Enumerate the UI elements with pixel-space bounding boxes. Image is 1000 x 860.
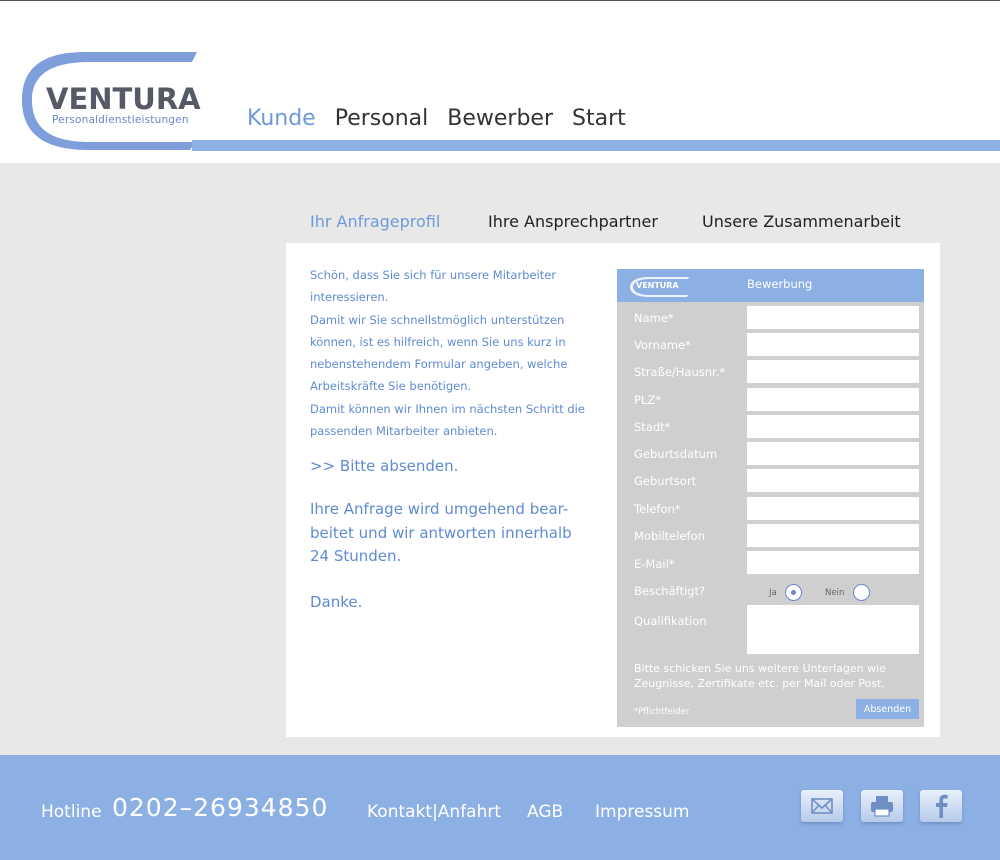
- sub-tabs: Ihr Anfrageprofil Ihre Ansprechpartner U…: [0, 212, 1000, 234]
- street-label: Straße/Hausnr.*: [634, 365, 726, 379]
- intro-line: passenden Mitarbeiter anbieten.: [310, 424, 498, 439]
- tab-zusammenarbeit[interactable]: Unsere Zusammenarbeit: [702, 212, 901, 231]
- name-field[interactable]: [747, 306, 919, 329]
- employed-no-label: Nein: [825, 588, 845, 598]
- qualification-label: Qualifikation: [634, 614, 707, 628]
- intro-line: können, ist es hilfreich, wenn Sie uns k…: [310, 334, 566, 349]
- form-header: VENTURA Bewerbung: [617, 269, 924, 302]
- employed-yes-label: Ja: [769, 588, 777, 598]
- form-logo-text: VENTURA: [636, 281, 679, 290]
- mobile-label: Mobiltelefon: [634, 529, 705, 543]
- notice-line: beitet und wir antworten innerhalb: [310, 523, 572, 542]
- intro-text: Schön, dass Sie sich für unsere Mitarbei…: [310, 264, 590, 442]
- logo-tagline: Personaldienstleistungen: [52, 114, 189, 126]
- notice-line: Ihre Anfrage wird umgehend bear-: [310, 500, 569, 518]
- intro-line: Schön, dass Sie sich für unsere Mitarbei…: [310, 268, 557, 282]
- facebook-icon[interactable]: [920, 790, 962, 822]
- tab-ansprechpartner[interactable]: Ihre Ansprechpartner: [488, 212, 658, 231]
- hotline-label: Hotline: [41, 802, 102, 822]
- intro-line: interessieren.: [310, 290, 389, 305]
- nav-item-kunde[interactable]: Kunde: [247, 106, 316, 131]
- plz-field[interactable]: [747, 388, 919, 411]
- phone-label: Telefon*: [634, 502, 681, 516]
- email-label: E-Mail*: [634, 557, 675, 571]
- intro-line: Damit können wir Ihnen im nächsten Schri…: [310, 401, 585, 416]
- city-field[interactable]: [747, 415, 919, 438]
- intro-line: Arbeitskräfte Sie benötigen.: [310, 379, 472, 394]
- print-icon[interactable]: [861, 790, 903, 822]
- phone-field[interactable]: [747, 497, 919, 520]
- birthdate-field[interactable]: [747, 442, 919, 465]
- birthplace-label: Geburtsort: [634, 474, 697, 488]
- employed-label: Beschäftigt?: [634, 584, 706, 598]
- footer-link-impressum[interactable]: Impressum: [595, 802, 690, 822]
- documents-note: Bitte schicken Sie uns weitere Unterlage…: [634, 662, 886, 690]
- send-prompt: >> Bitte absenden.: [310, 457, 459, 475]
- qualification-field[interactable]: [747, 605, 919, 654]
- tab-anfrageprofil[interactable]: Ihr Anfrageprofil: [310, 212, 440, 231]
- intro-line: nebenstehendem Formular angeben, welche: [310, 357, 568, 372]
- footer: Hotline 0202–26934850 Kontakt|Anfahrt AG…: [0, 755, 1000, 860]
- birthplace-field[interactable]: [747, 469, 919, 492]
- notice-line: 24 Stunden.: [310, 547, 402, 565]
- hotline-number: 0202–26934850: [112, 793, 329, 822]
- logo-wordmark[interactable]: VENTURA: [46, 82, 201, 116]
- nav-accent-bar: [192, 140, 1000, 151]
- application-form: VENTURA Bewerbung Name* Vorname* Straße/…: [617, 269, 924, 727]
- main-nav: Kunde Personal Bewerber Start: [247, 106, 626, 131]
- intro-line: Damit wir Sie schnellstmöglich unterstüt…: [310, 312, 565, 327]
- nav-item-start[interactable]: Start: [572, 106, 626, 131]
- vorname-label: Vorname*: [634, 338, 691, 352]
- birthdate-label: Geburtsdatum: [634, 447, 718, 461]
- nav-item-bewerber[interactable]: Bewerber: [447, 106, 553, 131]
- required-note: *Pflichtfelder: [634, 707, 690, 717]
- mail-icon[interactable]: [801, 790, 843, 822]
- plz-label: PLZ*: [634, 393, 661, 407]
- footer-link-agb[interactable]: AGB: [527, 802, 563, 822]
- response-notice: Ihre Anfrage wird umgehend bear- beitet …: [310, 498, 588, 569]
- employed-no-radio[interactable]: [853, 584, 870, 601]
- thanks-text: Danke.: [310, 593, 363, 611]
- street-field[interactable]: [747, 360, 919, 383]
- footer-link-kontakt[interactable]: Kontakt|Anfahrt: [367, 802, 501, 822]
- city-label: Stadt*: [634, 420, 671, 434]
- form-title: Bewerbung: [747, 277, 813, 291]
- nav-item-personal[interactable]: Personal: [335, 106, 429, 131]
- name-label: Name*: [634, 311, 674, 325]
- mobile-field[interactable]: [747, 524, 919, 547]
- vorname-field[interactable]: [747, 333, 919, 356]
- email-field[interactable]: [747, 551, 919, 574]
- submit-button[interactable]: Absenden: [856, 699, 919, 719]
- employed-yes-radio[interactable]: [785, 584, 802, 601]
